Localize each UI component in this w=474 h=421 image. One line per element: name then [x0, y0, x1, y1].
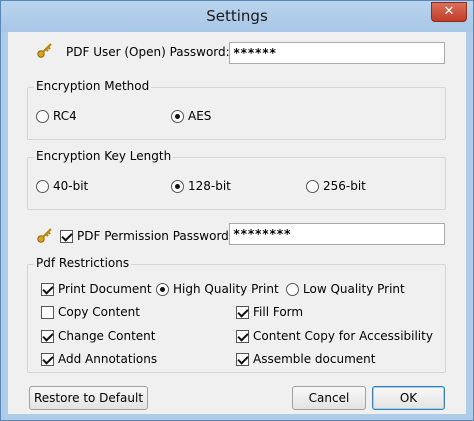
radio-rc4-button[interactable] [36, 109, 49, 123]
radio-aes-label: AES [188, 109, 212, 123]
content-copy-accessibility-label: Content Copy for Accessibility [253, 329, 433, 343]
high-quality-print-radio[interactable] [156, 282, 169, 296]
cancel-button[interactable]: Cancel [292, 386, 366, 410]
key-length-group: Encryption Key Length [27, 149, 446, 210]
radio-aes[interactable]: AES [171, 109, 211, 123]
radio-40bit-label: 40-bit [53, 179, 89, 193]
restrictions-legend: Pdf Restrictions [34, 256, 132, 270]
assemble-document-label: Assemble document [253, 352, 376, 366]
close-button[interactable]: ✕ [431, 2, 467, 22]
copy-content-label: Copy Content [58, 305, 140, 319]
change-content-option[interactable]: Change Content [41, 329, 155, 343]
permission-password-checkbox-row[interactable]: PDF Permission Password: [60, 229, 233, 243]
change-content-checkbox[interactable] [41, 329, 54, 343]
print-document-checkbox[interactable] [41, 282, 54, 296]
encryption-method-legend: Encryption Method [34, 79, 152, 93]
add-annotations-label: Add Annotations [58, 352, 158, 366]
key-icon [36, 227, 54, 245]
low-quality-print-radio[interactable] [286, 282, 299, 296]
dialog-body: PDF User (Open) Password: ****** Encrypt… [8, 32, 466, 414]
print-document-label: Print Document [58, 282, 152, 296]
user-password-input[interactable]: ****** [229, 42, 445, 64]
copy-content-checkbox[interactable] [41, 305, 54, 319]
window-title: Settings [206, 7, 268, 25]
change-content-label: Change Content [58, 329, 156, 343]
add-annotations-checkbox[interactable] [41, 352, 54, 366]
radio-40bit[interactable]: 40-bit [36, 179, 88, 193]
user-password-label: PDF User (Open) Password: [66, 45, 230, 59]
radio-128bit-button[interactable] [171, 179, 184, 193]
copy-content-option[interactable]: Copy Content [41, 305, 140, 319]
key-length-legend: Encryption Key Length [34, 149, 174, 163]
restore-default-button[interactable]: Restore to Default [29, 386, 148, 410]
radio-256bit-label: 256-bit [323, 179, 366, 193]
content-copy-accessibility-option[interactable]: Content Copy for Accessibility [236, 329, 433, 343]
fill-form-option[interactable]: Fill Form [236, 305, 303, 319]
title-bar[interactable]: Settings ✕ [1, 1, 473, 32]
encryption-method-group: Encryption Method [27, 79, 446, 140]
assemble-document-checkbox[interactable] [236, 352, 249, 366]
add-annotations-option[interactable]: Add Annotations [41, 352, 157, 366]
key-icon [36, 42, 54, 60]
assemble-document-option[interactable]: Assemble document [236, 352, 375, 366]
radio-128bit[interactable]: 128-bit [171, 179, 231, 193]
permission-password-input[interactable]: ******** [229, 223, 445, 245]
print-document-option[interactable]: Print Document [41, 282, 152, 296]
low-quality-print-label: Low Quality Print [303, 282, 405, 296]
radio-256bit[interactable]: 256-bit [306, 179, 366, 193]
permission-password-checkbox[interactable] [60, 229, 73, 243]
settings-window: Settings ✕ PDF User (Open) Password: ***… [0, 0, 474, 421]
high-quality-print-option[interactable]: High Quality Print [156, 282, 279, 296]
fill-form-label: Fill Form [253, 305, 304, 319]
radio-rc4-label: RC4 [53, 109, 77, 123]
fill-form-checkbox[interactable] [236, 305, 249, 319]
content-copy-accessibility-checkbox[interactable] [236, 329, 249, 343]
radio-rc4[interactable]: RC4 [36, 109, 77, 123]
ok-button[interactable]: OK [372, 386, 445, 410]
radio-aes-button[interactable] [171, 109, 184, 123]
radio-40bit-button[interactable] [36, 179, 49, 193]
low-quality-print-option[interactable]: Low Quality Print [286, 282, 405, 296]
permission-password-label: PDF Permission Password: [77, 229, 233, 243]
radio-128bit-label: 128-bit [188, 179, 231, 193]
high-quality-print-label: High Quality Print [173, 282, 279, 296]
radio-256bit-button[interactable] [306, 179, 319, 193]
